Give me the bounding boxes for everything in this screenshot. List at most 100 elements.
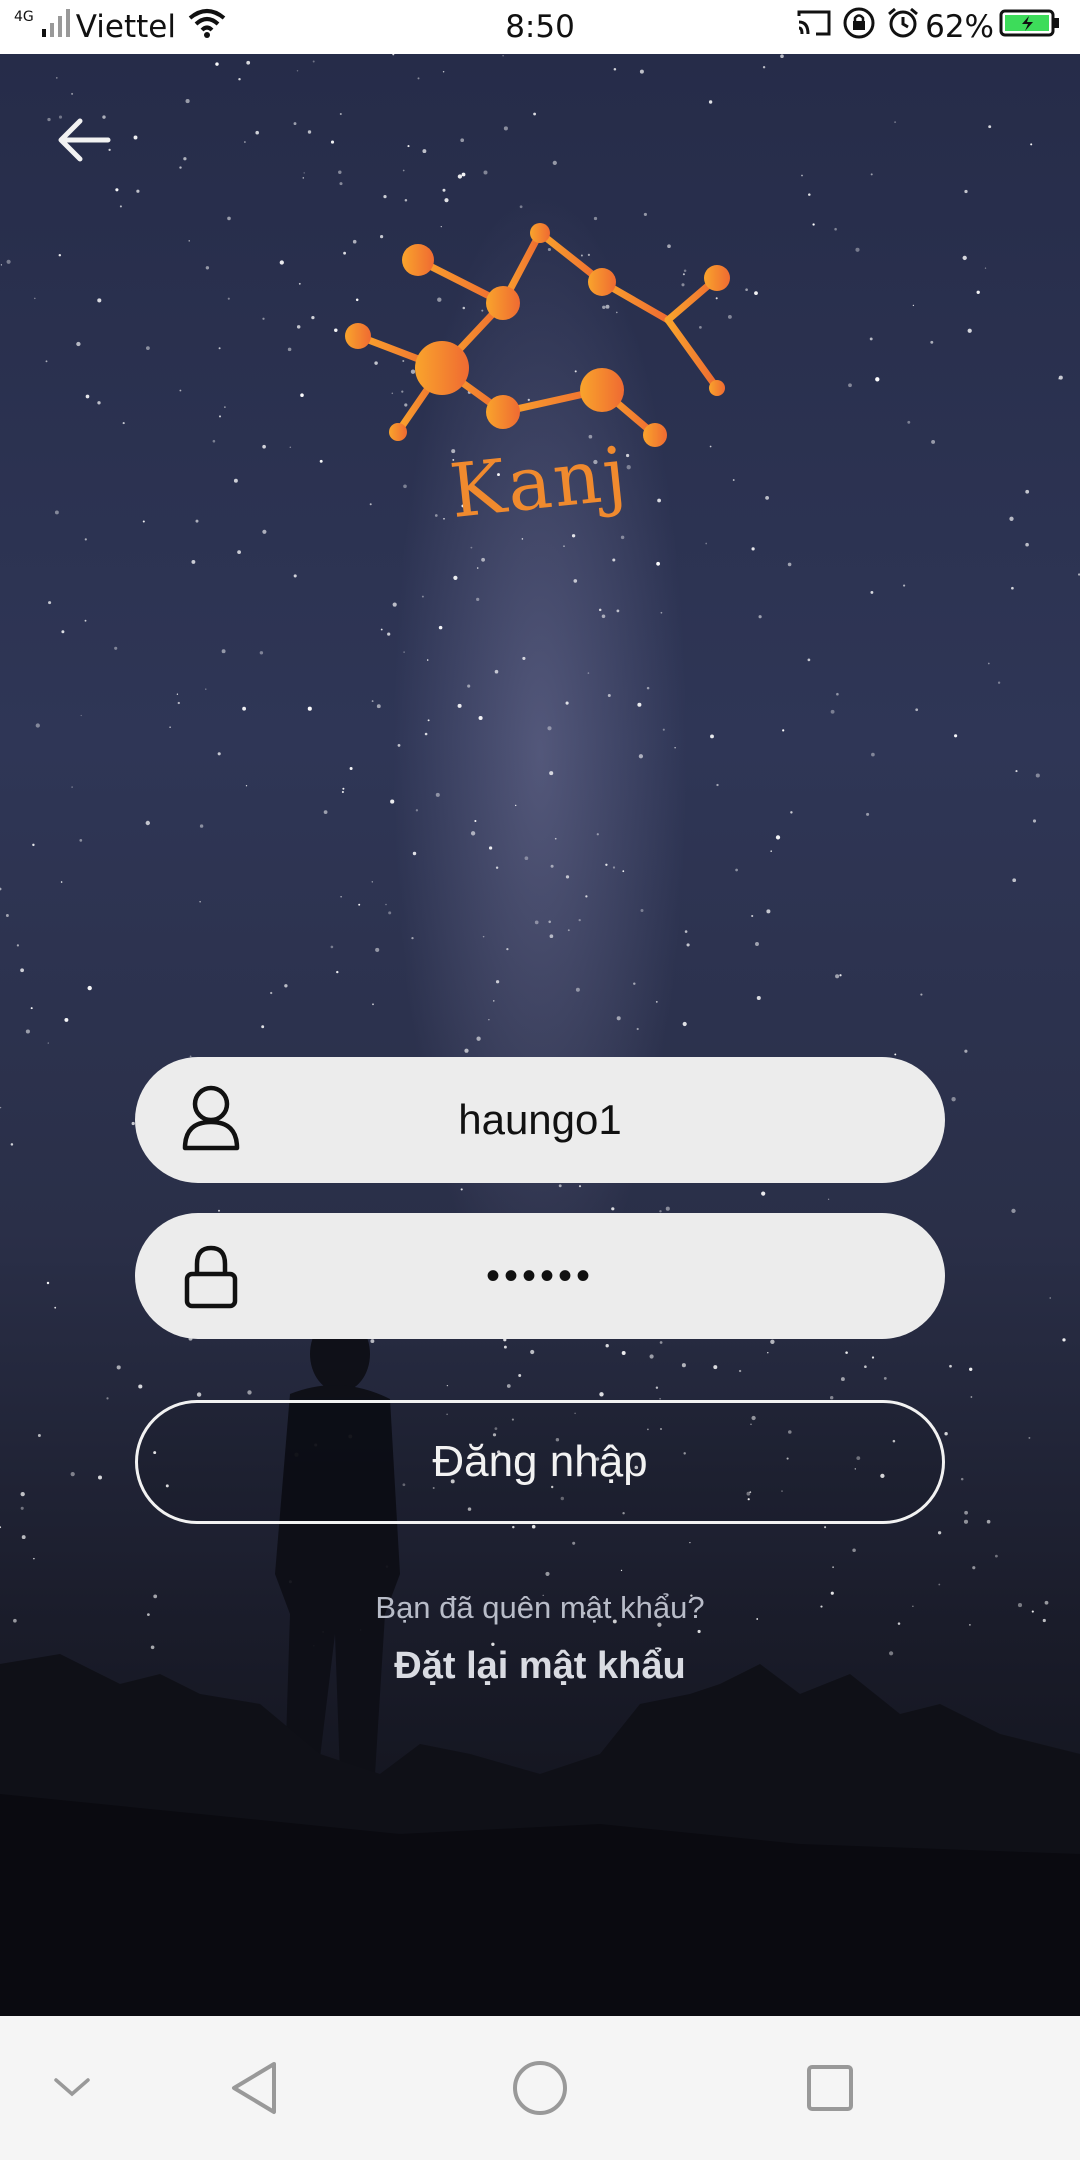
- star: [855, 247, 860, 252]
- star: [1015, 770, 1018, 773]
- star: [912, 304, 915, 307]
- status-bar: 4G Viettel 8:50 62%: [0, 0, 1080, 54]
- star: [575, 987, 580, 992]
- star: [735, 868, 738, 872]
- star: [903, 584, 906, 587]
- star: [224, 406, 226, 408]
- star: [519, 205, 523, 209]
- star: [682, 1021, 687, 1027]
- rotation-lock-icon: [842, 6, 876, 48]
- star: [984, 267, 987, 269]
- hide-nav-button[interactable]: [36, 2052, 108, 2124]
- star: [522, 656, 526, 660]
- star: [655, 1000, 658, 1003]
- star: [319, 459, 323, 463]
- star: [596, 833, 599, 836]
- star: [812, 223, 815, 226]
- forgot-password-text: Bạn đã quên mật khẩu?: [375, 1590, 705, 1625]
- star: [370, 1339, 375, 1344]
- star: [573, 579, 578, 583]
- star: [114, 646, 118, 650]
- star: [503, 126, 508, 131]
- star: [97, 1475, 103, 1480]
- star: [565, 701, 569, 705]
- star: [341, 790, 344, 794]
- star: [866, 812, 870, 816]
- username-input[interactable]: [265, 1057, 815, 1183]
- star: [284, 984, 288, 988]
- star: [426, 659, 429, 661]
- star: [199, 824, 204, 828]
- star: [383, 194, 387, 199]
- wifi-icon: [188, 8, 226, 46]
- star: [392, 54, 395, 56]
- star: [142, 520, 145, 523]
- star: [622, 870, 625, 873]
- star: [246, 60, 251, 65]
- star: [503, 1345, 507, 1349]
- star: [215, 62, 219, 66]
- signal-icon: [41, 7, 71, 47]
- star: [662, 728, 665, 731]
- lock-icon: [175, 1240, 247, 1312]
- star: [0, 1526, 2, 1529]
- login-button[interactable]: Đăng nhập: [135, 1400, 945, 1524]
- star: [84, 538, 87, 541]
- password-input[interactable]: [265, 1213, 815, 1339]
- star: [25, 1029, 30, 1034]
- star: [801, 174, 803, 177]
- star: [655, 1386, 659, 1389]
- star: [411, 936, 414, 940]
- star: [427, 719, 430, 722]
- star: [807, 658, 811, 662]
- star: [404, 199, 408, 202]
- star: [834, 227, 837, 231]
- star: [402, 169, 405, 172]
- star: [169, 726, 171, 729]
- star: [205, 266, 210, 270]
- clock: 8:50: [505, 9, 575, 45]
- star: [607, 694, 611, 697]
- star: [481, 557, 486, 562]
- reset-password-link[interactable]: Đặt lại mật khẩu: [340, 1645, 740, 1688]
- star: [20, 968, 24, 973]
- star: [633, 982, 636, 985]
- star: [599, 1392, 604, 1397]
- nav-back-button[interactable]: [218, 2052, 290, 2124]
- star: [188, 240, 190, 242]
- login-screen: 4G Viettel 8:50 62% Kanj haungo1 •••••• …: [0, 0, 1080, 2160]
- password-field[interactable]: [135, 1213, 945, 1339]
- star: [372, 1003, 374, 1006]
- star: [571, 534, 576, 538]
- star: [146, 346, 150, 350]
- star: [637, 702, 642, 707]
- star: [97, 401, 101, 405]
- star: [453, 575, 458, 581]
- star: [964, 1049, 968, 1053]
- star: [48, 601, 52, 605]
- star: [296, 325, 301, 329]
- cast-icon: [796, 8, 832, 46]
- nav-recents-button[interactable]: [794, 2052, 866, 2124]
- star: [869, 337, 873, 341]
- star: [611, 1207, 615, 1211]
- star: [70, 1472, 75, 1477]
- star: [565, 875, 570, 879]
- star: [766, 909, 771, 914]
- star: [751, 547, 755, 551]
- star: [1058, 375, 1063, 380]
- star: [460, 1188, 463, 1191]
- star: [5, 914, 9, 917]
- username-field[interactable]: [135, 1057, 945, 1183]
- back-triangle-icon: [232, 2062, 276, 2114]
- nav-home-button[interactable]: [504, 2052, 576, 2124]
- star: [71, 786, 73, 788]
- back-button[interactable]: [48, 104, 120, 176]
- star: [21, 1535, 26, 1540]
- battery-percent: 62%: [925, 9, 994, 45]
- star: [293, 122, 297, 126]
- star: [976, 290, 980, 294]
- star: [638, 754, 644, 759]
- star: [442, 188, 446, 192]
- star: [183, 157, 187, 161]
